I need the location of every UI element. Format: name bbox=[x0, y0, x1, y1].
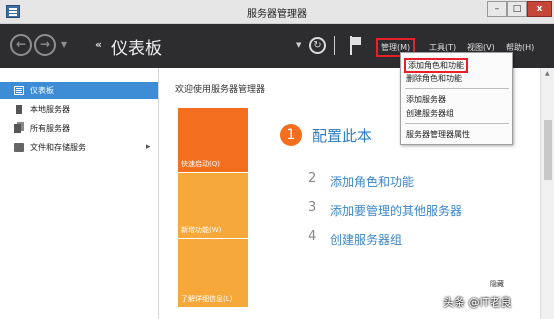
sidebar-item-label: 仪表板 bbox=[30, 86, 54, 95]
notifications-flag-icon[interactable] bbox=[350, 36, 363, 55]
tile-quick-start[interactable]: 快速启动(Q) bbox=[178, 108, 248, 172]
sidebar-item-all-servers[interactable]: 所有服务器 bbox=[0, 120, 158, 137]
server-icon bbox=[16, 105, 22, 114]
chevron-right-icon[interactable]: ▸ bbox=[146, 139, 151, 156]
sidebar-item-label: 所有服务器 bbox=[30, 124, 70, 133]
menu-separator bbox=[405, 88, 509, 89]
welcome-heading: 欢迎使用服务器管理器 bbox=[175, 85, 266, 95]
close-button[interactable]: x bbox=[527, 1, 552, 17]
sidebar: 仪表板 本地服务器 所有服务器 文件和存储服务 ▸ bbox=[0, 68, 159, 319]
back-arrow-icon[interactable]: ← bbox=[10, 34, 32, 56]
menu-item-create-server-group[interactable]: 创建服务器组 bbox=[406, 108, 454, 119]
add-roles-features-link[interactable]: 添加角色和功能 bbox=[330, 173, 414, 190]
watermark: 头条 @IT老良 bbox=[443, 296, 512, 309]
history-dropdown-icon[interactable]: ▼ bbox=[61, 40, 67, 49]
step-2-number: 2 bbox=[308, 171, 317, 186]
tile-label: 新增功能(W) bbox=[181, 226, 222, 234]
create-server-group-link[interactable]: 创建服务器组 bbox=[330, 231, 402, 248]
window-title: 服务器管理器 bbox=[247, 9, 307, 20]
forward-arrow-icon[interactable]: → bbox=[34, 34, 56, 56]
breadcrumb-dropdown-icon[interactable]: ▼ bbox=[296, 41, 301, 49]
menu-item-add-servers[interactable]: 添加服务器 bbox=[406, 94, 446, 105]
scroll-up-icon[interactable]: ▲ bbox=[545, 70, 550, 77]
sidebar-item-label: 本地服务器 bbox=[30, 105, 70, 114]
tile-label: 快速启动(Q) bbox=[181, 160, 220, 168]
breadcrumb-title: 仪表板 bbox=[111, 39, 162, 59]
tile-learn-more[interactable]: 了解详细信息(L) bbox=[178, 239, 248, 307]
scrollbar-thumb[interactable] bbox=[544, 120, 552, 180]
sidebar-item-local-server[interactable]: 本地服务器 bbox=[0, 101, 158, 118]
menu-separator bbox=[405, 123, 509, 124]
manage-dropdown-menu: 添加角色和功能 删除角色和功能 添加服务器 创建服务器组 服务器管理器属性 bbox=[400, 52, 513, 145]
step-1-badge: 1 bbox=[280, 124, 302, 146]
sidebar-item-label: 文件和存储服务 bbox=[30, 143, 86, 152]
vertical-scrollbar[interactable]: ▲ bbox=[540, 68, 554, 319]
sidebar-item-dashboard[interactable]: 仪表板 bbox=[0, 82, 158, 99]
tile-label: 了解详细信息(L) bbox=[181, 295, 233, 303]
menu-item-add-roles-features[interactable]: 添加角色和功能 bbox=[404, 58, 468, 73]
menu-item-remove-roles-features[interactable]: 删除角色和功能 bbox=[406, 73, 462, 84]
toolbar-separator bbox=[334, 36, 335, 55]
title-bar: 服务器管理器 – □ x bbox=[0, 0, 554, 24]
add-servers-link[interactable]: 添加要管理的其他服务器 bbox=[330, 202, 462, 219]
storage-icon bbox=[14, 143, 24, 152]
breadcrumb-arrows-icon: ‹‹ bbox=[95, 38, 102, 51]
step-1-link[interactable]: 配置此本 bbox=[312, 125, 372, 146]
maximize-button[interactable]: □ bbox=[507, 1, 527, 17]
dashboard-icon bbox=[14, 86, 24, 95]
servers-icon bbox=[14, 124, 21, 133]
tile-whats-new[interactable]: 新增功能(W) bbox=[178, 173, 248, 238]
minimize-button[interactable]: – bbox=[487, 1, 507, 17]
step-4-number: 4 bbox=[308, 229, 317, 244]
sidebar-item-file-storage[interactable]: 文件和存储服务 ▸ bbox=[0, 139, 158, 156]
step-3-number: 3 bbox=[308, 200, 317, 215]
refresh-icon[interactable]: ↻ bbox=[309, 37, 326, 54]
hide-link[interactable]: 隐藏 bbox=[490, 279, 504, 289]
menu-item-server-manager-properties[interactable]: 服务器管理器属性 bbox=[406, 129, 470, 140]
